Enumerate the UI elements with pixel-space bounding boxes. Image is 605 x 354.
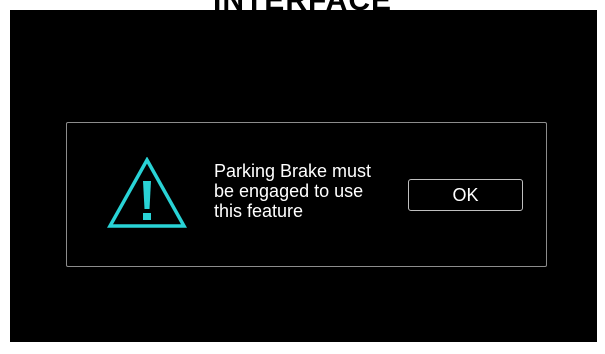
- dialog-message-line: be engaged to use: [214, 181, 364, 201]
- warning-triangle-icon: [107, 157, 187, 228]
- dialog-message-line: this feature: [214, 201, 304, 221]
- dialog-message-line: Parking Brake must: [214, 161, 372, 181]
- page: INTERFACE Parking Brake must be engaged …: [0, 0, 605, 354]
- parking-brake-dialog: Parking Brake must be engaged to use thi…: [66, 122, 547, 267]
- ok-button[interactable]: OK: [408, 179, 523, 211]
- display-screen: Parking Brake must be engaged to use thi…: [10, 10, 597, 342]
- dialog-message: Parking Brake must be engaged to use thi…: [214, 161, 394, 221]
